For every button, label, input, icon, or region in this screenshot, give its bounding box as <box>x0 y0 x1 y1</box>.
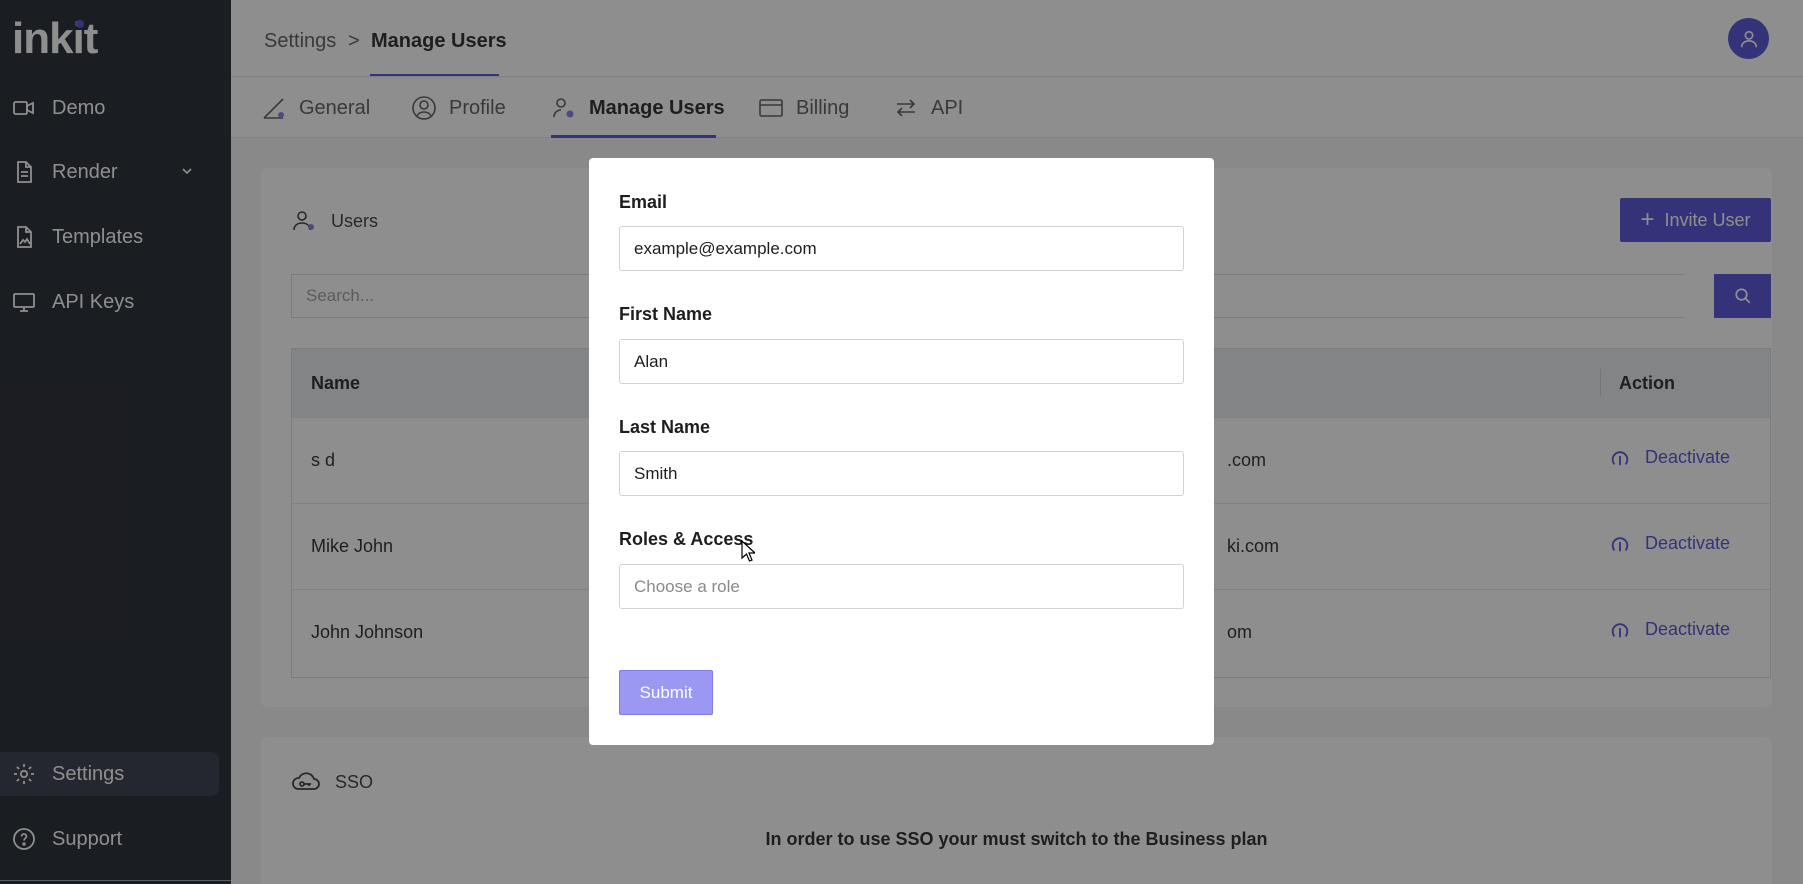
email-field[interactable] <box>619 226 1184 271</box>
mouse-cursor-icon <box>741 540 755 562</box>
submit-button[interactable]: Submit <box>619 670 713 715</box>
first-name-field[interactable] <box>619 339 1184 384</box>
invite-user-modal: Email First Name Last Name Roles & Acces… <box>589 158 1214 745</box>
first-name-label: First Name <box>619 304 713 324</box>
last-name-label: Last Name <box>619 417 711 437</box>
roles-label: Roles & Access <box>619 529 754 549</box>
email-label: Email <box>619 192 668 212</box>
role-select[interactable] <box>619 564 1184 609</box>
last-name-field[interactable] <box>619 451 1184 496</box>
